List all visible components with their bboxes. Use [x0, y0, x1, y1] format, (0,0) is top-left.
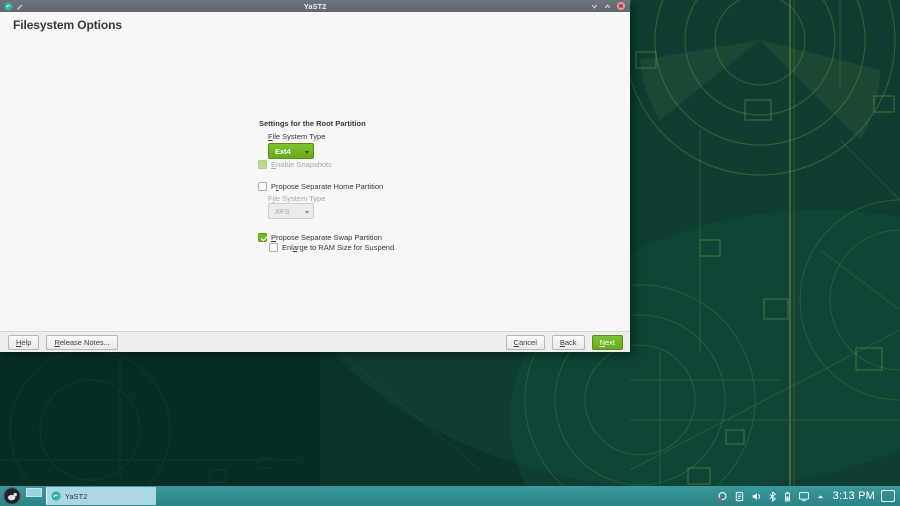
- workspace-pager[interactable]: [26, 488, 42, 497]
- applications-menu-button[interactable]: [3, 487, 21, 505]
- chevron-down-icon: [305, 151, 309, 154]
- enlarge-ram-label[interactable]: Enlarge to RAM Size for Suspend: [282, 243, 394, 252]
- close-icon[interactable]: [616, 1, 626, 11]
- enable-snapshots-checkbox: [258, 160, 267, 169]
- root-fs-type-dropdown[interactable]: Ext4: [268, 143, 314, 159]
- back-button[interactable]: Back: [552, 335, 585, 350]
- dialog-button-bar: Help Release Notes... Cancel Back Next: [0, 331, 630, 352]
- display-icon[interactable]: [798, 491, 810, 502]
- minimize-icon[interactable]: [590, 2, 599, 11]
- taskbar-clock[interactable]: 3:13 PM: [833, 490, 875, 502]
- window-title: YaST2: [0, 2, 630, 11]
- volume-icon[interactable]: [751, 491, 762, 502]
- enlarge-ram-checkbox[interactable]: [269, 243, 278, 252]
- desktop: YaST2 Filesystem Options Settings for th…: [0, 0, 900, 506]
- root-fs-type-value: Ext4: [275, 147, 291, 156]
- cancel-button[interactable]: Cancel: [506, 335, 545, 350]
- root-partition-section-label: Settings for the Root Partition: [259, 119, 366, 128]
- release-notes-button[interactable]: Release Notes...: [46, 335, 117, 350]
- page-title: Filesystem Options: [13, 18, 122, 32]
- maximize-icon[interactable]: [603, 2, 612, 11]
- xfce-menu-icon: [3, 487, 21, 505]
- swap-partition-label[interactable]: Propose Separate Swap Partition: [271, 233, 382, 242]
- enable-snapshots-row: Enable Snapshots: [258, 160, 332, 169]
- root-fs-type-label: File System Type: [268, 132, 325, 141]
- pencil-icon: [16, 2, 24, 10]
- next-button[interactable]: Next: [592, 335, 623, 350]
- home-fs-type-label: File System Type: [268, 194, 325, 203]
- window-content: Filesystem Options Settings for the Root…: [0, 12, 630, 331]
- enlarge-ram-row[interactable]: Enlarge to RAM Size for Suspend: [269, 243, 394, 252]
- taskbar: YaST2: [0, 486, 900, 506]
- system-tray: [717, 491, 825, 502]
- home-partition-label[interactable]: Propose Separate Home Partition: [271, 182, 383, 191]
- yast-app-icon: [4, 2, 13, 11]
- help-button[interactable]: Help: [8, 335, 39, 350]
- home-partition-checkbox[interactable]: [258, 182, 267, 191]
- software-update-icon[interactable]: [717, 491, 728, 502]
- window-titlebar[interactable]: YaST2: [0, 0, 630, 12]
- enable-snapshots-label: Enable Snapshots: [271, 160, 332, 169]
- home-fs-type-value: XFS: [275, 207, 290, 216]
- tray-expand-icon[interactable]: [816, 492, 825, 501]
- yast-task-icon: [51, 491, 61, 501]
- chevron-down-icon: [305, 211, 309, 214]
- clipboard-icon[interactable]: [734, 491, 745, 502]
- home-fs-type-dropdown: XFS: [268, 203, 314, 219]
- show-desktop-button[interactable]: [881, 490, 895, 502]
- swap-partition-checkbox[interactable]: [258, 233, 267, 242]
- bluetooth-icon[interactable]: [768, 491, 777, 502]
- taskbar-item-label: YaST2: [65, 492, 87, 501]
- yast2-window: YaST2 Filesystem Options Settings for th…: [0, 0, 630, 352]
- swap-partition-row[interactable]: Propose Separate Swap Partition: [258, 233, 382, 242]
- home-partition-row[interactable]: Propose Separate Home Partition: [258, 182, 383, 191]
- taskbar-item-yast2[interactable]: YaST2: [46, 487, 156, 505]
- battery-icon[interactable]: [783, 491, 792, 502]
